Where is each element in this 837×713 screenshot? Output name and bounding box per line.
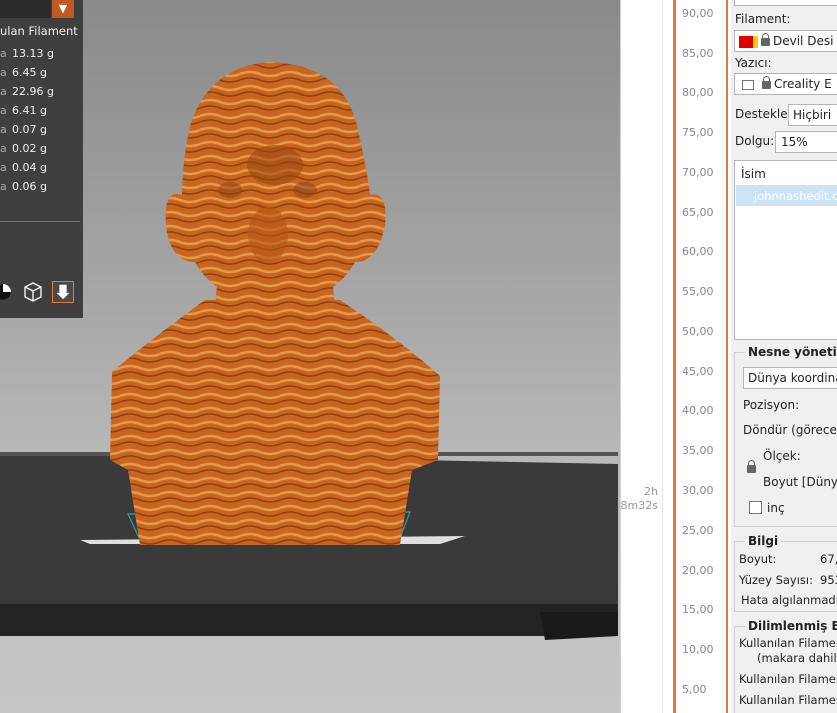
object-list[interactable]: İsim johnnashedit.ob: [734, 160, 837, 340]
printer-icon: [742, 79, 754, 90]
size-info-value: 67,4: [820, 552, 837, 566]
list-item[interactable]: johnnashedit.ob: [736, 186, 837, 206]
position-label: Pozisyon:: [743, 398, 800, 412]
model-bust-body: [110, 300, 440, 545]
coordinate-select[interactable]: Dünya koordinat: [743, 367, 837, 389]
lock-icon[interactable]: [747, 460, 756, 473]
object-management-group: Nesne yönetimi Dünya koordinat Pozisyon:…: [734, 345, 837, 527]
print-bed-edge: [0, 604, 618, 636]
group-title: Dilimlenmiş Bilgi: [745, 619, 837, 633]
divider: [0, 221, 80, 222]
download-arrow-icon: [56, 284, 70, 300]
legend-row: a 0.06 g: [0, 180, 47, 193]
printer-label: Yazıcı:: [735, 56, 772, 70]
faces-value: 953: [820, 573, 837, 587]
infill-select[interactable]: 15%: [775, 131, 837, 153]
shading-icon[interactable]: [0, 281, 14, 303]
legend-header: ulan Filament: [0, 24, 78, 38]
size-world-label: Boyut [Dünya]: [763, 475, 837, 489]
info-group: Bilgi Boyut: 67,4 Yüzey Sayısı: 953 Hata…: [734, 534, 837, 612]
filament-value: Devil Desi: [773, 34, 834, 48]
divider: [620, 0, 621, 713]
legend-dropdown[interactable]: [0, 0, 51, 18]
error-status: Hata algılanmadı: [741, 593, 837, 607]
divider: [726, 0, 728, 713]
model-scene[interactable]: [0, 0, 620, 713]
layer-slider-bar[interactable]: [673, 0, 676, 713]
group-title: Nesne yönetimi: [745, 345, 837, 359]
sliced-info-group: Dilimlenmiş Bilgi Kullanılan Filament (m…: [734, 619, 837, 713]
lock-icon: [761, 32, 770, 46]
filament-color-swatch: [739, 35, 753, 48]
used-filament-label: Kullanılan Filament: [739, 693, 837, 707]
height-ruler: 90,00 85,00 80,00 75,00 70,00 65,00 60,0…: [682, 7, 714, 696]
printer-select[interactable]: Creality E: [734, 73, 837, 95]
filament-select[interactable]: Devil Desi: [734, 30, 837, 52]
faces-label: Yüzey Sayısı:: [739, 573, 813, 587]
settings-panel: Filament: Devil Desi Yazıcı: Creality E …: [731, 0, 837, 713]
wireframe-cube-icon[interactable]: [22, 281, 44, 303]
profile-combo[interactable]: [734, 0, 837, 6]
filament-label: Filament:: [735, 12, 791, 26]
used-filament-note: (makara dahil): [757, 651, 837, 665]
layer-view-button[interactable]: [52, 281, 74, 303]
list-header-name: İsim: [741, 167, 766, 181]
used-filament-label: Kullanılan Filament: [739, 672, 837, 686]
rotate-label: Döndür (göreceli): [743, 423, 837, 437]
print-time-estimate: 2h 8m32s: [620, 485, 658, 512]
legend-row: a 0.02 g: [0, 142, 47, 155]
chevron-down-icon[interactable]: ▼: [52, 0, 74, 18]
used-filament-label: Kullanılan Filament: [739, 636, 837, 650]
inch-label: inç: [767, 501, 785, 515]
legend-row: a 6.45 g: [0, 66, 47, 79]
legend-row: a 6.41 g: [0, 104, 47, 117]
supports-select[interactable]: Hiçbiri: [788, 104, 837, 126]
lock-icon: [762, 75, 771, 89]
infill-label: Dolgu:: [735, 134, 775, 148]
group-title: Bilgi: [745, 534, 782, 548]
legend-row: a 13.13 g: [0, 47, 54, 60]
size-info-label: Boyut:: [739, 552, 777, 566]
legend-row: a 22.96 g: [0, 85, 54, 98]
legend-row: a 0.07 g: [0, 123, 47, 136]
legend-row: a 0.04 g: [0, 161, 47, 174]
filament-usage-legend: ▼ ulan Filament a 13.13 g a 6.45 g a 22.96 …: [0, 0, 83, 318]
3d-viewport[interactable]: ▼ ulan Filament a 13.13 g a 6.45 g a 22.96 …: [0, 0, 620, 713]
scale-label: Ölçek:: [763, 449, 801, 463]
inch-checkbox[interactable]: [749, 501, 762, 514]
printer-value: Creality E: [774, 77, 832, 91]
layer-slider-area[interactable]: 2h 8m32s 90,00 85,00 80,00 75,00 70,00 6…: [620, 0, 728, 713]
